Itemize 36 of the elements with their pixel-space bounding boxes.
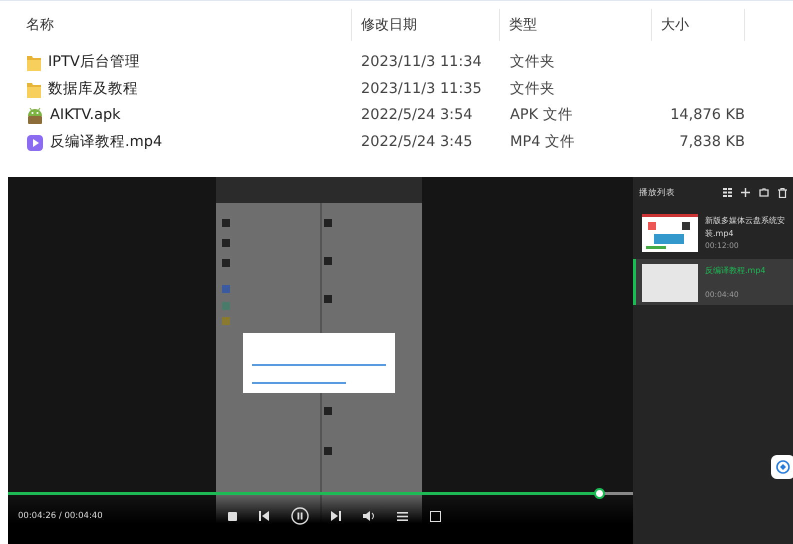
column-header[interactable]: 修改日期: [361, 14, 417, 36]
grid-icon[interactable]: [723, 188, 732, 198]
playlist-title: 播放列表: [639, 186, 676, 200]
volume-button[interactable]: [363, 511, 375, 521]
modified-date: 2023/11/3 11:34: [361, 54, 482, 70]
next-button[interactable]: [331, 511, 341, 521]
menu-button[interactable]: [397, 512, 408, 520]
modified-date: 2022/5/24 3:54: [361, 107, 473, 124]
previous-button[interactable]: [259, 511, 269, 521]
video-file-icon: [26, 134, 44, 152]
file-name[interactable]: 反编译教程.mp4: [50, 132, 162, 154]
fullscreen-button[interactable]: [430, 510, 441, 522]
file-name[interactable]: AIKTV.apk: [50, 105, 121, 128]
file-type: 文件夹: [510, 80, 555, 97]
thumbnail: [642, 214, 698, 252]
modified-date: 2022/5/24 3:45: [361, 134, 473, 150]
thumbnail: [642, 264, 698, 302]
column-header[interactable]: 类型: [509, 14, 537, 36]
file-size: 14,876 KB: [670, 107, 745, 124]
floating-icon[interactable]: [771, 455, 793, 479]
file-type: MP4 文件: [510, 134, 576, 150]
item-title: 反编译教程.mp4: [705, 265, 766, 277]
pause-button[interactable]: [291, 507, 309, 525]
file-name[interactable]: IPTV后台管理: [48, 52, 140, 74]
add-icon[interactable]: [741, 188, 750, 198]
modified-date: 2023/11/3 11:35: [361, 80, 482, 97]
item-title: 新版多媒体云盘系统安装.mp4: [705, 215, 786, 240]
column-header[interactable]: 大小: [661, 14, 689, 36]
time-display: 00:04:26 / 00:04:40: [18, 510, 103, 523]
file-size: 7,838 KB: [679, 134, 745, 150]
file-name[interactable]: 数据库及教程: [48, 78, 138, 101]
android-icon: [26, 107, 44, 126]
column-header[interactable]: 名称: [26, 14, 54, 36]
file-type: 文件夹: [510, 54, 555, 70]
file-type: APK 文件: [510, 107, 573, 124]
trash-icon[interactable]: [778, 188, 787, 198]
